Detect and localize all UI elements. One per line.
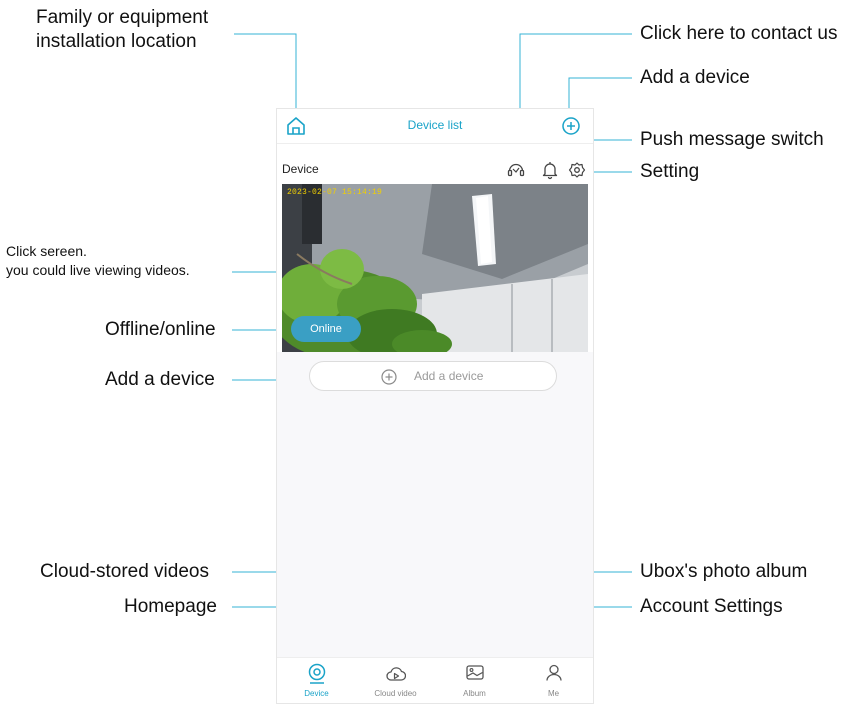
annotated-screenshot: Family or equipment installation locatio…	[0, 0, 857, 707]
camera-icon	[307, 661, 327, 692]
video-timestamp: 2023-02-07 15:14:19	[287, 188, 383, 197]
app-header: Device list	[277, 109, 593, 144]
online-status-badge: Online	[291, 316, 361, 342]
callout-family-location-line1: Family or equipment	[36, 7, 209, 28]
callout-setting: Setting	[640, 161, 700, 182]
device-name: Device	[282, 162, 319, 176]
callout-click-screen: Click sereen. you could live viewing vid…	[6, 242, 190, 280]
add-device-button[interactable]: Add a device	[309, 361, 557, 391]
callout-click-screen-line1: Click sereen.	[6, 243, 87, 259]
callout-add-device-top: Add a device	[640, 67, 750, 88]
tab-device[interactable]: Device	[277, 658, 356, 703]
page-title: Device list	[407, 118, 463, 132]
bell-icon[interactable]	[541, 160, 559, 185]
person-icon	[544, 661, 564, 692]
gear-icon[interactable]	[568, 160, 586, 185]
tab-me[interactable]: Me	[514, 658, 593, 703]
tab-cloud-video-label: Cloud video	[374, 689, 417, 698]
tab-album[interactable]: Album	[435, 658, 514, 703]
leader-add-device-top	[568, 77, 632, 112]
tab-me-label: Me	[547, 689, 560, 698]
callout-contact-us: Click here to contact us	[640, 23, 838, 44]
callout-account-settings: Account Settings	[640, 596, 783, 617]
bottom-tab-bar: Device Cloud video Album Me	[277, 657, 593, 703]
live-video-preview[interactable]: 2023-02-07 15:14:19 Online	[282, 184, 588, 352]
callout-family-location-line2: installation location	[36, 31, 197, 52]
callout-click-screen-line2: you could live viewing videos.	[6, 262, 190, 278]
tab-album-label: Album	[463, 689, 486, 698]
tab-cloud-video[interactable]: Cloud video	[356, 658, 435, 703]
cloud-play-icon	[386, 661, 407, 692]
album-icon	[465, 661, 485, 692]
callout-homepage: Homepage	[124, 596, 217, 617]
add-device-icon[interactable]	[560, 115, 582, 142]
add-device-label: Add a device	[414, 369, 484, 383]
callout-push-switch: Push message switch	[640, 129, 824, 150]
callout-add-device-row: Add a device	[105, 369, 215, 390]
phone-screen: Device list Device 2023-02-07 15:14:19 O…	[276, 108, 594, 704]
callout-photo-album: Ubox's photo album	[640, 561, 808, 582]
customer-support-icon[interactable]	[506, 160, 526, 185]
leader-family-location	[234, 33, 297, 112]
callout-cloud-videos: Cloud-stored videos	[40, 561, 209, 582]
callout-family-location: Family or equipment installation locatio…	[36, 6, 208, 54]
device-card: Device 2023-02-07 15:14:19 Online	[277, 144, 593, 352]
callout-offline-online: Offline/online	[105, 319, 216, 340]
tab-device-label: Device	[304, 689, 329, 698]
plus-circle-icon	[380, 368, 398, 391]
